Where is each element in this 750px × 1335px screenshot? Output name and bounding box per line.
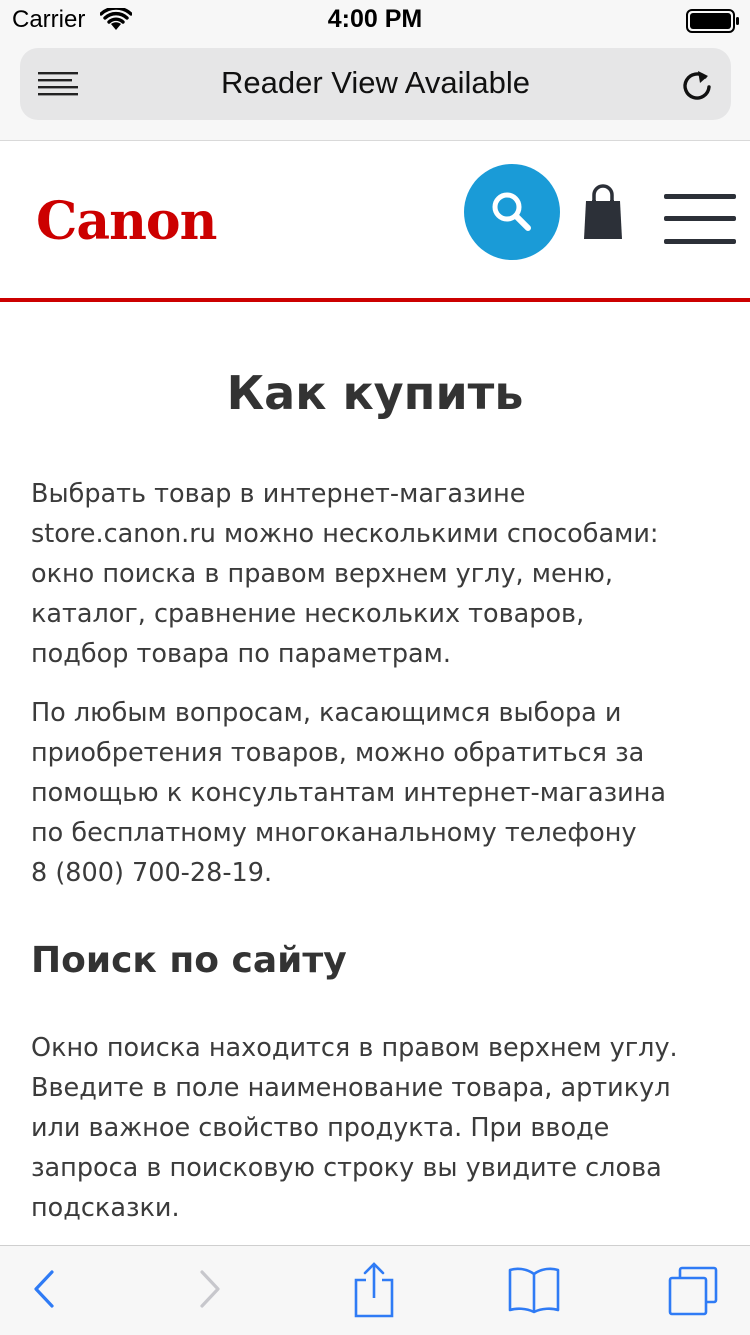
section-title-search: Поиск по сайту	[31, 940, 347, 981]
search-button[interactable]	[464, 164, 560, 260]
canon-logo[interactable]: Canon	[36, 191, 217, 252]
phone-number-link[interactable]: 8 (800) 700-28-19.	[31, 858, 272, 888]
contact-paragraph: По любым вопросам, касающимся выбора и п…	[31, 698, 667, 888]
reader-view-label[interactable]: Reader View Available	[20, 65, 731, 101]
reload-icon[interactable]	[680, 67, 714, 103]
status-bar: Carrier 4:00 PM	[0, 0, 750, 40]
back-arrow-icon[interactable]	[30, 1266, 56, 1312]
clock: 4:00 PM	[327, 5, 423, 33]
shopping-bag-icon[interactable]	[582, 183, 624, 241]
search-paragraph: Окно поиска находится в правом верхнем у…	[31, 1033, 678, 1223]
address-field[interactable]: Reader View Available	[20, 48, 731, 120]
share-icon[interactable]	[352, 1262, 396, 1318]
hamburger-menu-icon[interactable]	[664, 194, 736, 248]
tabs-icon[interactable]	[668, 1266, 718, 1316]
intro-paragraph: Выбрать товар в интернет-магазине store.…	[31, 479, 659, 669]
page-title: Как купить	[226, 366, 524, 420]
search-icon	[492, 192, 531, 231]
site-header: Canon	[0, 141, 750, 302]
forward-arrow-icon[interactable]	[198, 1266, 224, 1312]
browser-address-bar: Reader View Available	[0, 40, 750, 141]
battery-icon	[686, 9, 739, 33]
browser-toolbar	[0, 1245, 750, 1335]
bookmarks-book-icon[interactable]	[508, 1266, 560, 1314]
